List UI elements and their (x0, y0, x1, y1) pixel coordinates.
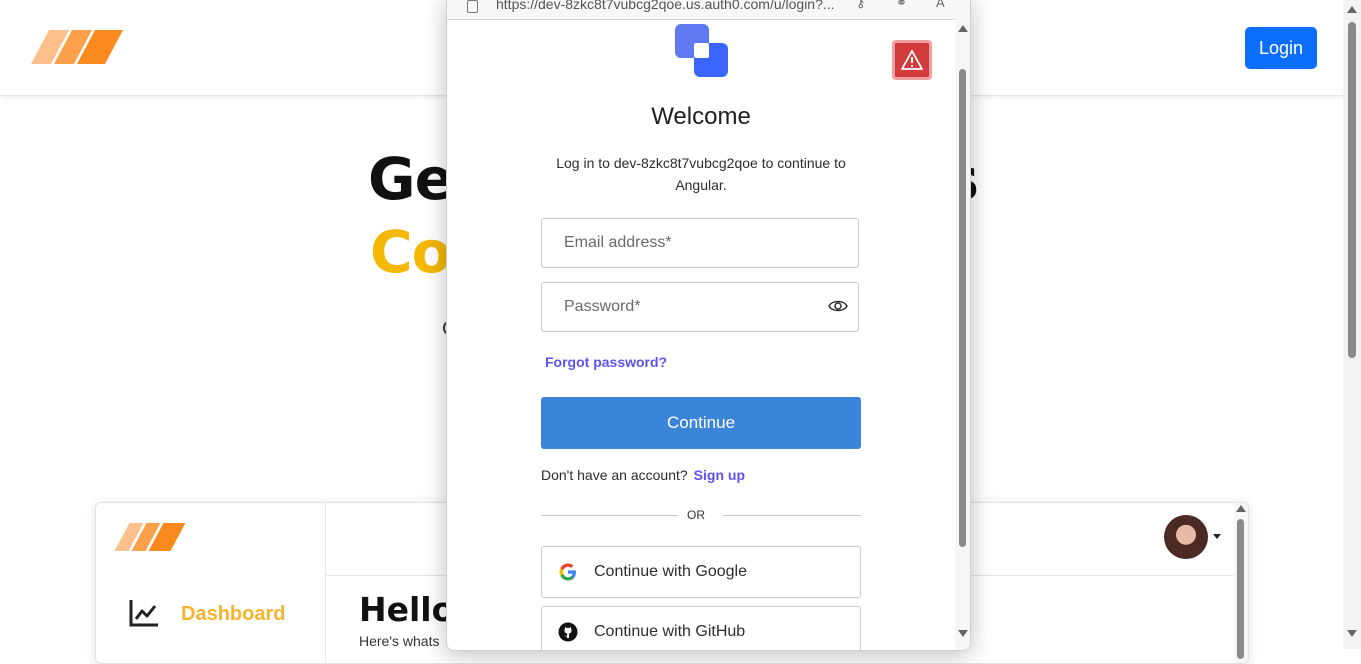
divider-line (723, 515, 861, 516)
chevron-down-icon[interactable] (1213, 534, 1221, 539)
github-icon (558, 622, 578, 642)
site-logo-icon[interactable] (30, 30, 124, 64)
page-scrollbar[interactable] (1343, 0, 1361, 649)
password-field[interactable] (541, 282, 859, 332)
popup-scroll-thumb[interactable] (959, 69, 966, 547)
login-popup-window: https://dev-8zkc8t7vubcg2qoe.us.auth0.co… (446, 0, 971, 651)
scroll-up-icon[interactable] (1347, 6, 1357, 13)
login-description: Log in to dev-8zkc8t7vubcg2qoe to contin… (556, 155, 846, 193)
signup-row: Don't have an account? Sign up (541, 467, 745, 483)
brand-logo-icon (675, 24, 728, 77)
chart-line-icon (129, 600, 158, 627)
translate-icon[interactable]: ⚭ (896, 0, 907, 11)
key-icon[interactable]: ⚷ (856, 0, 866, 11)
divider-line (541, 515, 678, 516)
scroll-down-icon[interactable] (958, 630, 968, 637)
dashboard-scroll-thumb[interactable] (1237, 519, 1244, 659)
scroll-up-icon[interactable] (958, 25, 968, 32)
welcome-heading: Welcome (651, 103, 751, 130)
page-scroll-thumb[interactable] (1348, 22, 1356, 358)
scroll-down-icon[interactable] (1347, 630, 1357, 637)
dashboard-scrollbar[interactable] (1234, 503, 1248, 663)
or-divider: OR (541, 508, 861, 522)
continue-button[interactable]: Continue (541, 397, 861, 449)
eye-icon[interactable] (828, 298, 848, 314)
forgot-password-link[interactable]: Forgot password? (545, 354, 667, 370)
warning-icon[interactable] (892, 40, 932, 80)
address-url[interactable]: https://dev-8zkc8t7vubcg2qoe.us.auth0.co… (496, 0, 835, 12)
continue-with-google-button[interactable]: Continue with Google (541, 546, 861, 598)
avatar[interactable] (1164, 515, 1208, 559)
popup-scrollbar[interactable] (955, 19, 970, 650)
address-bar[interactable]: https://dev-8zkc8t7vubcg2qoe.us.auth0.co… (447, 0, 970, 20)
dashboard-subtext: Here's whats (359, 633, 440, 649)
hero-title-line1-left: Ge (368, 145, 454, 213)
signup-link[interactable]: Sign up (694, 467, 745, 483)
no-account-text: Don't have an account? (541, 467, 688, 483)
email-field[interactable] (541, 218, 859, 268)
or-label: OR (687, 508, 705, 522)
login-button[interactable]: Login (1245, 27, 1317, 69)
lock-icon[interactable] (467, 0, 478, 13)
dashboard-sidebar: Dashboard (96, 503, 326, 663)
hero-title-line2-left: Co (370, 218, 451, 286)
read-aloud-icon[interactable]: A (936, 0, 945, 10)
github-button-label: Continue with GitHub (594, 623, 746, 640)
google-button-label: Continue with Google (594, 563, 747, 580)
sidebar-item-dashboard[interactable]: Dashboard (181, 603, 285, 626)
scroll-up-icon[interactable] (1236, 505, 1246, 512)
continue-with-github-button[interactable]: Continue with GitHub (541, 606, 861, 650)
dashboard-logo-icon (114, 523, 186, 551)
google-icon (559, 563, 576, 581)
